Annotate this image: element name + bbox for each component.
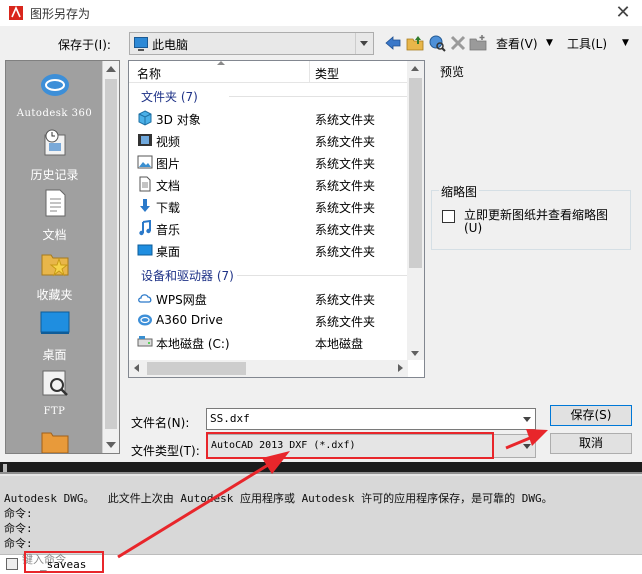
annotation-arrowhead [262,451,290,474]
annotation-arrows [117,429,548,559]
annotation-arrow-line [117,463,269,559]
annotation-arrowhead [526,429,548,446]
annotation-arrow-line [505,436,531,450]
